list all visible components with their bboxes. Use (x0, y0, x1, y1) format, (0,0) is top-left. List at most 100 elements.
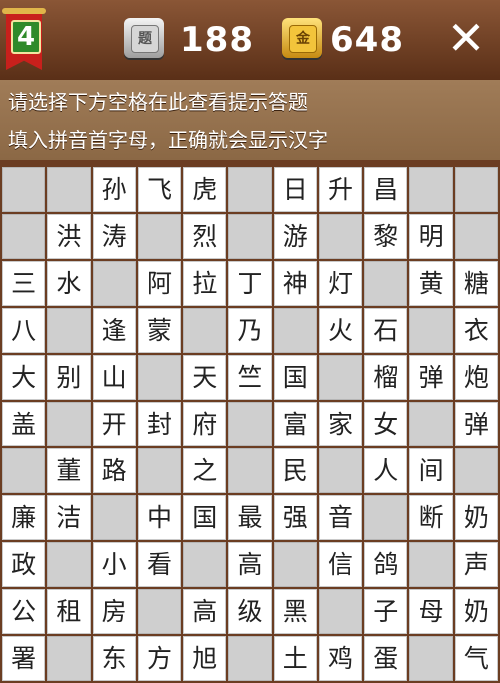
grid-cell-blank (2, 167, 46, 212)
grid-cell[interactable]: 炮 (454, 354, 498, 400)
grid-cell[interactable]: 榴 (364, 354, 408, 400)
grid-cell[interactable]: 逢 (92, 307, 136, 353)
top-bar: 4 题 188 金 648 ✕ (0, 0, 500, 82)
grid-cell[interactable]: 之 (183, 448, 227, 494)
grid-cell[interactable]: 蒙 (137, 307, 182, 353)
grid-cell[interactable]: 蛋 (364, 636, 408, 681)
grid-cell[interactable]: 强 (273, 495, 317, 541)
grid-cell[interactable]: 最 (228, 495, 272, 541)
grid-cell[interactable]: 昌 (364, 167, 408, 212)
grid-cell[interactable]: 火 (318, 307, 363, 353)
grid-cell[interactable]: 署 (2, 636, 46, 681)
grid-cell[interactable]: 府 (183, 401, 227, 447)
grid-cell[interactable]: 民 (273, 448, 317, 494)
grid-cell[interactable]: 八 (2, 307, 46, 353)
grid-cell[interactable]: 弹 (454, 401, 498, 447)
grid-cell[interactable]: 租 (47, 589, 91, 635)
grid-cell[interactable]: 游 (273, 213, 317, 259)
grid-cell[interactable]: 石 (364, 307, 408, 353)
grid-cell-blank (47, 636, 91, 681)
ticket-icon: 题 (124, 18, 164, 58)
grid-cell[interactable]: 洪 (47, 213, 91, 259)
grid-cell-blank (273, 542, 317, 588)
grid-cell[interactable]: 间 (409, 448, 453, 494)
grid-cell[interactable]: 盖 (2, 401, 46, 447)
grid-cell[interactable]: 孙 (92, 167, 136, 212)
grid-cell[interactable]: 子 (364, 589, 408, 635)
grid-cell[interactable]: 乃 (228, 307, 272, 353)
grid-cell[interactable]: 灯 (318, 260, 363, 306)
grid-cell-blank (228, 448, 272, 494)
grid-cell[interactable]: 信 (318, 542, 363, 588)
grid-cell[interactable]: 丁 (228, 260, 272, 306)
grid-cell[interactable]: 黎 (364, 213, 408, 259)
grid-cell[interactable]: 三 (2, 260, 46, 306)
grid-cell[interactable]: 升 (318, 167, 363, 212)
grid-cell[interactable]: 中 (137, 495, 182, 541)
grid-cell[interactable]: 虎 (183, 167, 227, 212)
grid-cell[interactable]: 奶 (454, 589, 498, 635)
grid-cell[interactable]: 母 (409, 589, 453, 635)
grid-cell[interactable]: 弹 (409, 354, 453, 400)
grid-cell[interactable]: 水 (47, 260, 91, 306)
grid-cell[interactable]: 东 (92, 636, 136, 681)
grid-cell[interactable]: 路 (92, 448, 136, 494)
grid-cell[interactable]: 看 (137, 542, 182, 588)
grid-cell[interactable]: 房 (92, 589, 136, 635)
grid-cell[interactable]: 烈 (183, 213, 227, 259)
grid-cell[interactable]: 董 (47, 448, 91, 494)
grid-cell[interactable]: 黄 (409, 260, 453, 306)
grid-cell[interactable]: 鸡 (318, 636, 363, 681)
hint-line-1: 请选择下方空格在此查看提示答题 (8, 90, 308, 114)
grid-cell[interactable]: 气 (454, 636, 498, 681)
grid-cell-blank (2, 213, 46, 259)
grid-cell[interactable]: 神 (273, 260, 317, 306)
grid-cell[interactable]: 断 (409, 495, 453, 541)
grid-cell[interactable]: 廉 (2, 495, 46, 541)
grid-cell[interactable]: 日 (273, 167, 317, 212)
grid-cell[interactable]: 方 (137, 636, 182, 681)
grid-cell-blank (137, 354, 182, 400)
grid-cell[interactable]: 封 (137, 401, 182, 447)
grid-cell[interactable]: 阿 (137, 260, 182, 306)
grid-cell-blank (228, 401, 272, 447)
grid-cell[interactable]: 衣 (454, 307, 498, 353)
grid-cell[interactable]: 家 (318, 401, 363, 447)
grid-cell[interactable]: 级 (228, 589, 272, 635)
grid-cell[interactable]: 涛 (92, 213, 136, 259)
grid-cell-blank (364, 495, 408, 541)
grid-cell-blank (47, 167, 91, 212)
grid-cell[interactable]: 山 (92, 354, 136, 400)
grid-cell[interactable]: 公 (2, 589, 46, 635)
grid-cell[interactable]: 富 (273, 401, 317, 447)
grid-cell[interactable]: 竺 (228, 354, 272, 400)
grid-cell[interactable]: 天 (183, 354, 227, 400)
grid-cell[interactable]: 别 (47, 354, 91, 400)
grid-cell[interactable]: 土 (273, 636, 317, 681)
grid-cell[interactable]: 高 (183, 589, 227, 635)
grid-cell[interactable]: 黑 (273, 589, 317, 635)
grid-cell-blank (92, 495, 136, 541)
grid-cell[interactable]: 洁 (47, 495, 91, 541)
grid-cell[interactable]: 国 (183, 495, 227, 541)
grid-cell[interactable]: 大 (2, 354, 46, 400)
grid-cell-blank (137, 213, 182, 259)
grid-cell[interactable]: 小 (92, 542, 136, 588)
grid-cell-blank (137, 589, 182, 635)
grid-cell[interactable]: 音 (318, 495, 363, 541)
grid-cell[interactable]: 明 (409, 213, 453, 259)
grid-cell[interactable]: 旭 (183, 636, 227, 681)
grid-cell[interactable]: 女 (364, 401, 408, 447)
grid-cell[interactable]: 政 (2, 542, 46, 588)
grid-cell[interactable]: 声 (454, 542, 498, 588)
grid-cell[interactable]: 高 (228, 542, 272, 588)
close-button[interactable]: ✕ (442, 14, 490, 62)
grid-cell[interactable]: 奶 (454, 495, 498, 541)
grid-cell[interactable]: 开 (92, 401, 136, 447)
grid-cell[interactable]: 国 (273, 354, 317, 400)
grid-cell[interactable]: 飞 (137, 167, 182, 212)
grid-cell[interactable]: 鸽 (364, 542, 408, 588)
grid-cell[interactable]: 糖 (454, 260, 498, 306)
grid-cell[interactable]: 拉 (183, 260, 227, 306)
grid-cell[interactable]: 人 (364, 448, 408, 494)
